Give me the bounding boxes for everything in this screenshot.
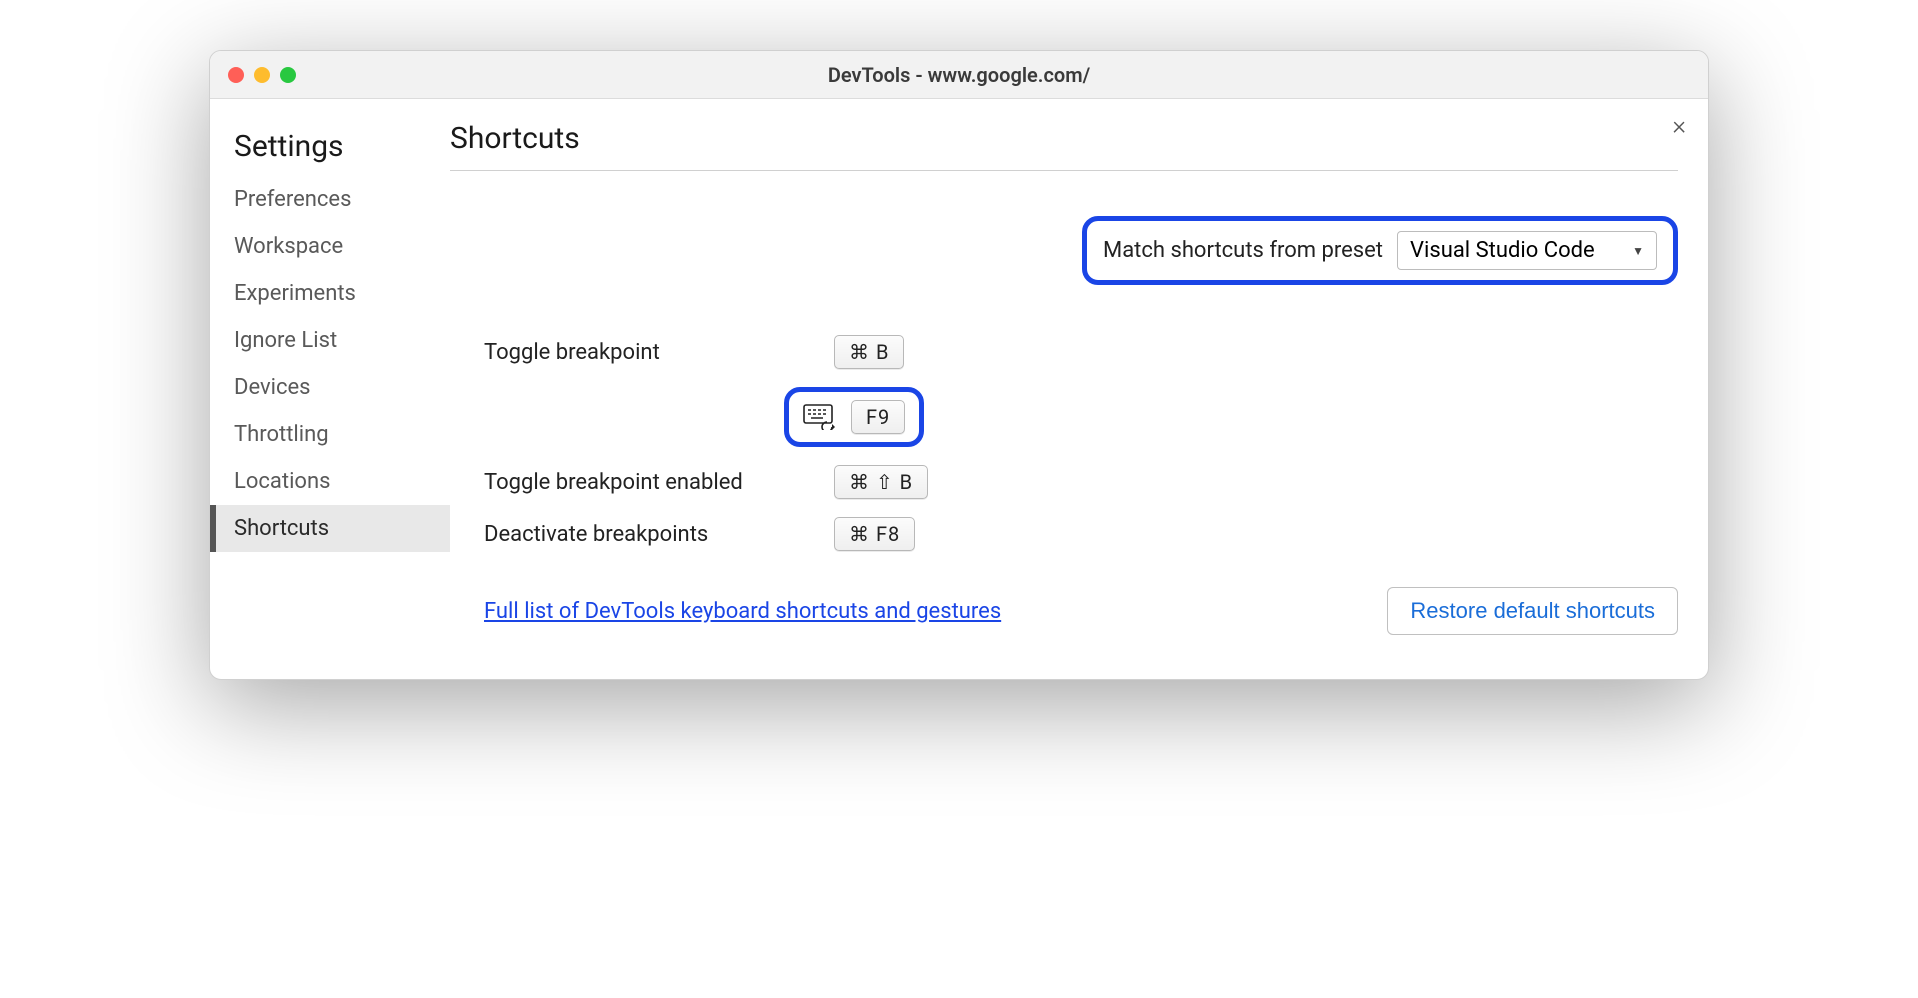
sidebar-item-shortcuts[interactable]: Shortcuts [210,505,450,552]
sidebar-item-throttling[interactable]: Throttling [210,411,450,458]
sidebar-title: Settings [210,119,450,176]
shortcut-row-deactivate-breakpoints: Deactivate breakpoints ⌘ F8 [484,517,1678,551]
restore-defaults-button[interactable]: Restore default shortcuts [1387,587,1678,635]
sidebar: Settings Preferences Workspace Experimen… [210,99,450,679]
window-title: DevTools - www.google.com/ [210,63,1708,87]
preset-selected-value: Visual Studio Code [1410,238,1595,263]
shortcut-label: Deactivate breakpoints [484,522,834,547]
zoom-window-button[interactable] [280,67,296,83]
shortcut-row-toggle-breakpoint: Toggle breakpoint ⌘ B [484,335,1678,369]
sidebar-item-experiments[interactable]: Experiments [210,270,450,317]
preset-label: Match shortcuts from preset [1103,238,1383,263]
preset-select[interactable]: Visual Studio Code ▼ [1397,231,1657,270]
full-shortcuts-link[interactable]: Full list of DevTools keyboard shortcuts… [484,599,1001,624]
close-window-button[interactable] [228,67,244,83]
main-panel: Shortcuts Match shortcuts from preset Vi… [450,99,1708,679]
sidebar-item-workspace[interactable]: Workspace [210,223,450,270]
sidebar-item-preferences[interactable]: Preferences [210,176,450,223]
sidebar-item-devices[interactable]: Devices [210,364,450,411]
traffic-lights [210,67,296,83]
preset-highlight: Match shortcuts from preset Visual Studi… [1082,216,1678,285]
settings-window: DevTools - www.google.com/ × Settings Pr… [209,50,1709,680]
shortcut-key: ⌘ ⇧ B [834,465,928,499]
shortcut-label: Toggle breakpoint enabled [484,470,834,495]
shortcut-row-toggle-breakpoint-enabled: Toggle breakpoint enabled ⌘ ⇧ B [484,465,1678,499]
keyboard-reset-icon [803,404,837,430]
f9-highlight: F9 [784,387,924,447]
shortcut-key: ⌘ B [834,335,904,369]
titlebar: DevTools - www.google.com/ [210,51,1708,99]
shortcut-key: F9 [851,400,905,434]
shortcut-row-f9: F9 [484,387,1678,447]
close-icon[interactable]: × [1672,113,1686,139]
chevron-down-icon: ▼ [1632,244,1644,258]
page-title: Shortcuts [450,121,1678,171]
minimize-window-button[interactable] [254,67,270,83]
sidebar-item-ignore-list[interactable]: Ignore List [210,317,450,364]
shortcut-key: ⌘ F8 [834,517,915,551]
shortcut-label: Toggle breakpoint [484,340,834,365]
sidebar-item-locations[interactable]: Locations [210,458,450,505]
